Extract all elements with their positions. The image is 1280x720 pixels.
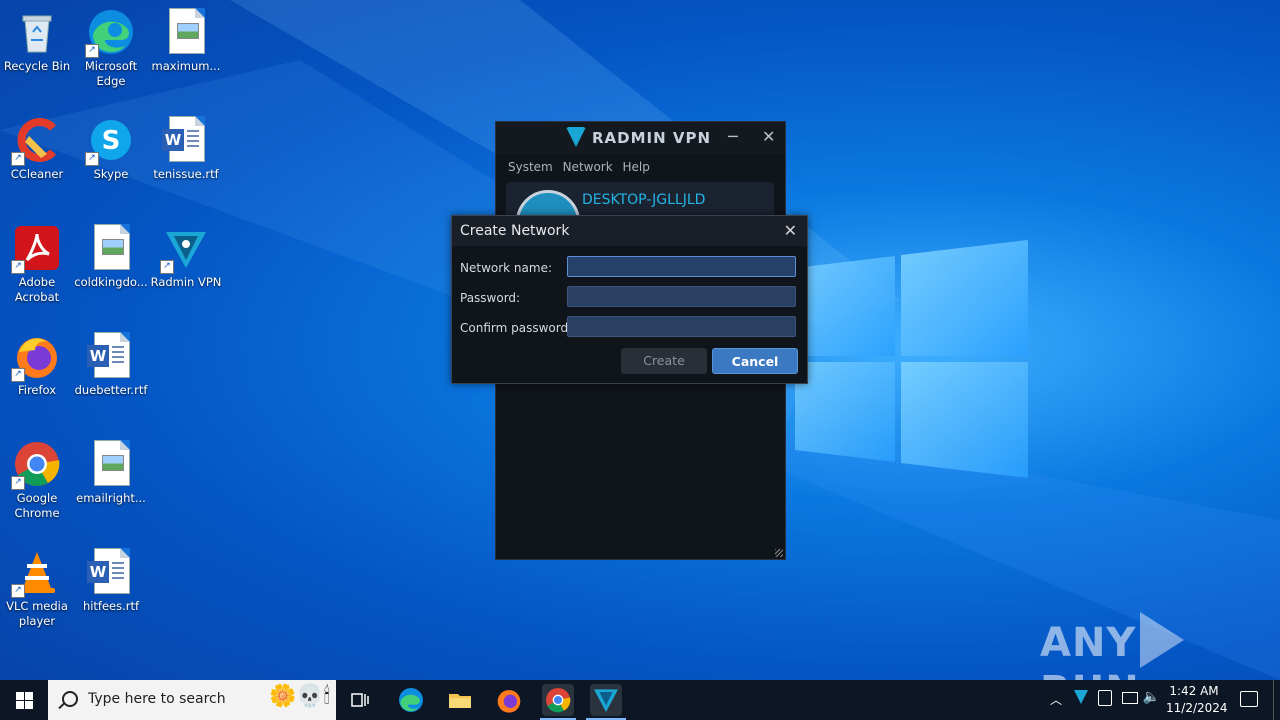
show-desktop-button[interactable] xyxy=(1273,680,1280,720)
network-icon[interactable] xyxy=(1122,692,1138,704)
skype-icon: S ↗ xyxy=(85,116,135,166)
desktop-icon-chrome[interactable]: ↗ Google Chrome xyxy=(0,440,74,521)
resize-grip-icon[interactable] xyxy=(775,549,783,557)
image-file-icon xyxy=(87,224,135,272)
tray-device-icon[interactable] xyxy=(1098,690,1112,706)
confirm-password-label: Confirm password: xyxy=(460,321,573,335)
desktop-icon-edge[interactable]: ↗ Microsoft Edge xyxy=(74,8,148,89)
confirm-password-input[interactable] xyxy=(567,316,796,337)
desktop-icon-coldking[interactable]: coldkingdo... xyxy=(74,224,148,290)
taskbar-search-box[interactable]: Type here to search 🌼💀🕯 xyxy=(48,680,336,720)
radmin-logo-icon xyxy=(566,127,586,147)
desktop-icon-recycle-bin[interactable]: Recycle Bin xyxy=(0,8,74,74)
cancel-button[interactable]: Cancel xyxy=(712,348,798,374)
ccleaner-icon: ↗ xyxy=(11,116,61,166)
tray-radmin-icon[interactable] xyxy=(1074,690,1088,704)
network-name-label: Network name: xyxy=(460,261,552,275)
desktop-icon-ccleaner[interactable]: ↗ CCleaner xyxy=(0,116,74,182)
menu-system[interactable]: System xyxy=(508,160,553,174)
file-explorer-icon[interactable] xyxy=(444,684,476,716)
minimize-button[interactable]: ─ xyxy=(728,127,738,146)
volume-icon[interactable]: 🔈 xyxy=(1143,689,1160,705)
desktop-icon-firefox[interactable]: ↗ Firefox xyxy=(0,332,74,398)
word-document-icon: W xyxy=(162,116,210,164)
dialog-title-bar[interactable]: Create Network ✕ xyxy=(452,216,807,246)
radmin-title-bar[interactable]: RADMIN VPN ─ ✕ xyxy=(496,122,785,154)
radmin-logo: RADMIN VPN xyxy=(566,127,711,147)
taskbar-edge-icon[interactable] xyxy=(395,684,427,716)
search-highlight-icon: 🌼💀🕯 xyxy=(268,684,330,709)
recycle-bin-icon xyxy=(13,8,61,56)
desktop-icon-vlc[interactable]: ↗ VLC media player xyxy=(0,548,74,629)
radmin-vpn-icon: ↗ xyxy=(160,224,210,274)
start-button[interactable] xyxy=(0,680,48,720)
search-placeholder: Type here to search xyxy=(88,691,226,707)
svg-text:S: S xyxy=(102,126,121,156)
search-icon xyxy=(62,691,78,707)
edge-icon: ↗ xyxy=(85,8,135,58)
desktop-icon-emailright[interactable]: emailright... xyxy=(74,440,148,506)
close-button[interactable]: ✕ xyxy=(762,127,775,146)
acrobat-icon: ↗ xyxy=(11,224,61,274)
taskbar-firefox-icon[interactable] xyxy=(493,684,525,716)
vlc-icon: ↗ xyxy=(11,548,61,598)
menu-help[interactable]: Help xyxy=(623,160,650,174)
taskbar: Type here to search 🌼💀🕯 ︿ 🔈 1:42 AM 11/2… xyxy=(0,680,1280,720)
firefox-icon: ↗ xyxy=(11,332,61,382)
hostname: DESKTOP-JGLLJLD xyxy=(582,192,706,208)
desktop-icon-acrobat[interactable]: ↗ Adobe Acrobat xyxy=(0,224,74,305)
create-button[interactable]: Create xyxy=(621,348,707,374)
desktop-icon-radmin-vpn[interactable]: ↗ Radmin VPN xyxy=(149,224,223,290)
desktop-icon-maximum[interactable]: maximum... xyxy=(149,8,223,74)
notification-icon[interactable] xyxy=(1240,691,1258,707)
menu-network[interactable]: Network xyxy=(563,160,613,174)
desktop-icon-tenissue[interactable]: W tenissue.rtf xyxy=(149,116,223,182)
radmin-menu-bar: System Network Help xyxy=(508,160,656,174)
word-document-icon: W xyxy=(87,548,135,596)
create-network-dialog: Create Network ✕ Network name: Password:… xyxy=(451,215,808,384)
image-file-icon xyxy=(162,8,210,56)
dialog-close-icon[interactable]: ✕ xyxy=(784,216,797,246)
chevron-up-icon[interactable]: ︿ xyxy=(1050,691,1062,708)
password-label: Password: xyxy=(460,291,521,305)
desktop-icon-duebetter[interactable]: W duebetter.rtf xyxy=(74,332,148,398)
chrome-icon: ↗ xyxy=(11,440,61,490)
desktop-icon-hitfees[interactable]: W hitfees.rtf xyxy=(74,548,148,614)
taskbar-radmin-vpn-icon[interactable] xyxy=(586,684,626,720)
password-input[interactable] xyxy=(567,286,796,307)
word-document-icon: W xyxy=(87,332,135,380)
dialog-title: Create Network xyxy=(460,223,570,239)
desktop-icon-skype[interactable]: S ↗ Skype xyxy=(74,116,148,182)
taskbar-chrome-icon[interactable] xyxy=(540,684,576,720)
network-name-input[interactable] xyxy=(567,256,796,277)
task-view-icon[interactable] xyxy=(344,684,376,716)
play-triangle-icon xyxy=(1140,612,1185,668)
clock[interactable]: 1:42 AM 11/2/2024 xyxy=(1166,683,1228,717)
image-file-icon xyxy=(87,440,135,488)
windows-logo-wallpaper xyxy=(795,240,1030,480)
